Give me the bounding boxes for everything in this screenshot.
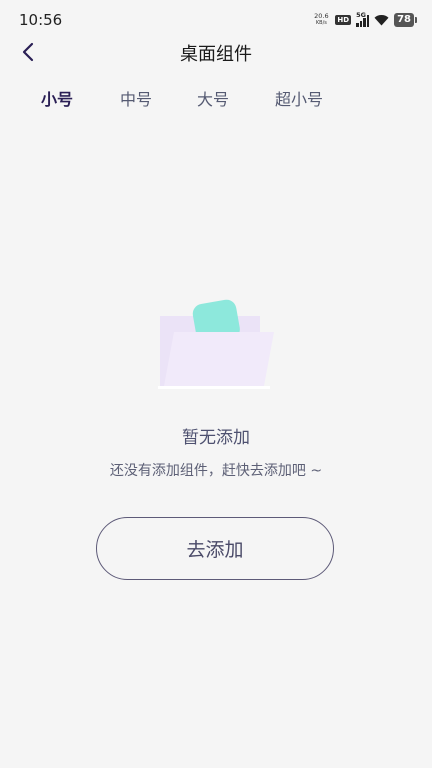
status-time: 10:56 (19, 11, 63, 29)
status-icons: 20.6 KB/s HD 5G 78 (312, 10, 417, 30)
empty-state-title: 暂无添加 (182, 428, 250, 448)
hd-icon: HD (335, 15, 352, 25)
wifi-icon (374, 11, 389, 30)
empty-folder-illustration (156, 298, 276, 392)
page-title: 桌面组件 (180, 44, 252, 65)
tab-medium[interactable]: 中号 (120, 86, 152, 110)
signal-icon: 5G (356, 10, 370, 27)
size-tabs: 小号 中号 大号 超小号 (0, 86, 432, 110)
network-speed-value: 20.6 (314, 12, 329, 20)
add-widget-button[interactable]: 去添加 (96, 517, 334, 580)
tab-large[interactable]: 大号 (197, 86, 229, 110)
tab-small[interactable]: 小号 (41, 86, 73, 110)
tab-extra-small[interactable]: 超小号 (275, 86, 323, 110)
network-type: 5G (356, 10, 366, 19)
status-bar: 10:56 20.6 KB/s HD 5G 78 (0, 0, 432, 40)
network-speed: 20.6 KB/s (312, 13, 330, 27)
network-speed-unit: KB/s (315, 20, 327, 26)
empty-state-description: 还没有添加组件，赶快去添加吧 ~ (109, 463, 323, 479)
battery-icon: 78 (394, 13, 417, 27)
